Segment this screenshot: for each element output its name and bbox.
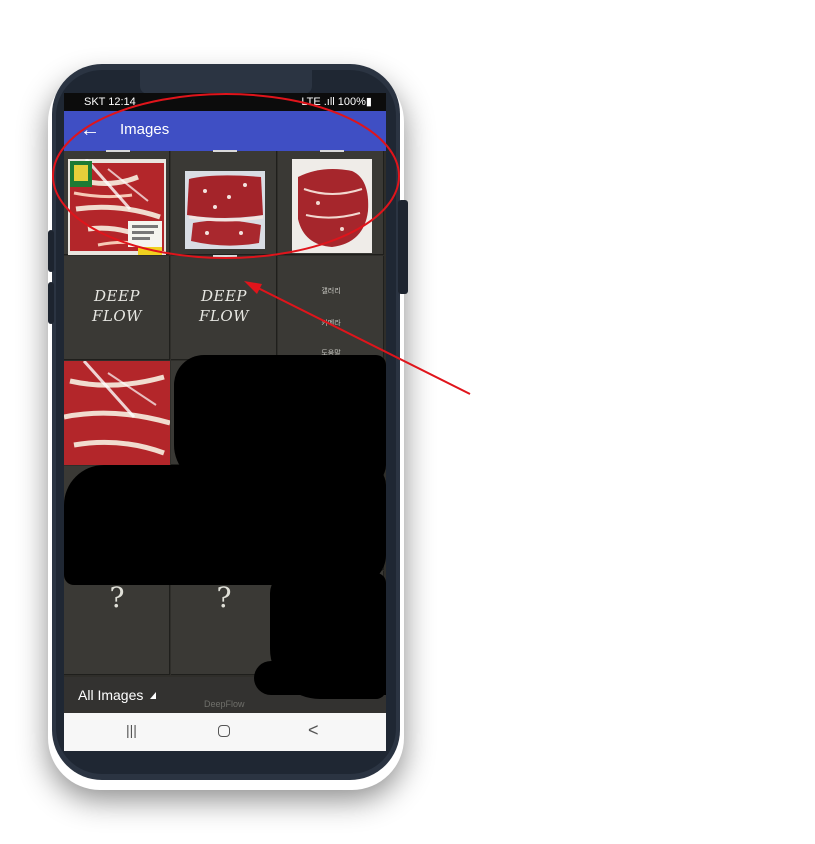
annotation-arrow-head — [244, 281, 262, 294]
annotation-circle — [52, 93, 400, 259]
annotation-arrow-line — [251, 284, 471, 395]
annotation-overlay — [52, 93, 471, 395]
